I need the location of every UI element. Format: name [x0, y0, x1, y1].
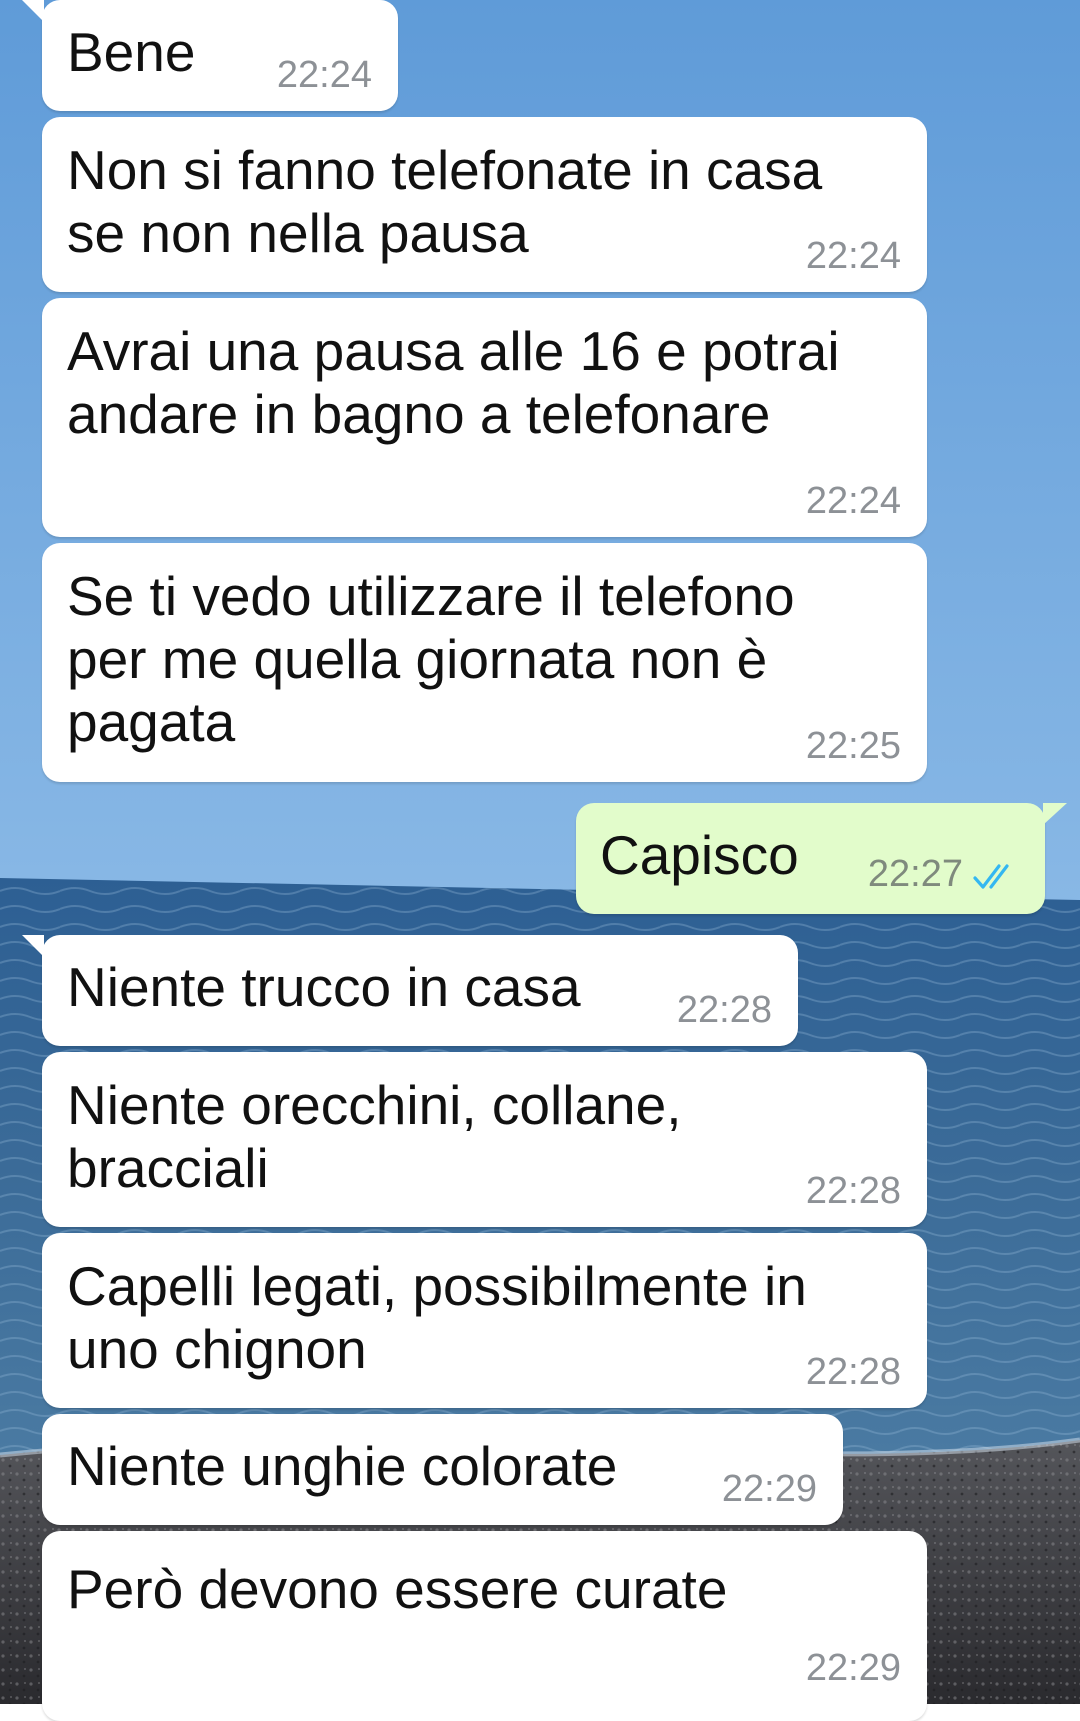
message-time: 22:28: [805, 1351, 901, 1393]
message-list[interactable]: Bene 22:24 Non si fanno telefonate in ca…: [0, 0, 1080, 1721]
incoming-message[interactable]: Bene 22:24: [22, 0, 398, 111]
message-time: 22:24: [276, 54, 372, 96]
message-time: 22:28: [676, 989, 772, 1031]
message-time: 22:24: [805, 235, 901, 277]
incoming-message[interactable]: Niente orecchini, collane, bracciali 22:…: [42, 1052, 927, 1227]
double-check-icon: [973, 864, 1009, 889]
message-time: 22:29: [721, 1468, 817, 1510]
message-text: Bene: [67, 21, 196, 83]
message-text: Avrai una pausa alle 16 e potrai andare …: [67, 320, 840, 445]
message-text: Capelli legati, possibilmente in uno chi…: [67, 1255, 807, 1380]
bubble-tail: [22, 0, 44, 22]
bubble-tail: [22, 935, 44, 957]
message-time: 22:29: [805, 1647, 901, 1689]
bubble-tail: [1043, 803, 1067, 825]
message-time: 22:27: [867, 853, 963, 895]
message-time: 22:28: [805, 1170, 901, 1212]
incoming-message[interactable]: Non si fanno telefonate in casa se non n…: [42, 117, 927, 292]
incoming-message[interactable]: Niente unghie colorate 22:29: [42, 1414, 843, 1525]
message-time: 22:24: [805, 480, 901, 522]
message-text: Però devono essere curate: [67, 1558, 728, 1620]
incoming-message[interactable]: Niente trucco in casa 22:28: [22, 935, 798, 1046]
outgoing-message[interactable]: Capisco 22:27: [576, 803, 1067, 914]
incoming-message[interactable]: Avrai una pausa alle 16 e potrai andare …: [42, 298, 927, 537]
message-text: Se ti vedo utilizzare il telefono per me…: [67, 565, 795, 753]
incoming-message[interactable]: Se ti vedo utilizzare il telefono per me…: [42, 543, 927, 782]
message-text: Non si fanno telefonate in casa se non n…: [67, 139, 823, 264]
incoming-message[interactable]: Capelli legati, possibilmente in uno chi…: [42, 1233, 927, 1408]
incoming-message[interactable]: Però devono essere curate 22:29: [42, 1531, 927, 1721]
message-time: 22:25: [805, 725, 901, 767]
message-text: Niente trucco in casa: [67, 956, 581, 1018]
message-text: Niente unghie colorate: [67, 1435, 618, 1497]
message-text: Capisco: [600, 824, 799, 886]
message-text: Niente orecchini, collane, bracciali: [67, 1074, 682, 1199]
